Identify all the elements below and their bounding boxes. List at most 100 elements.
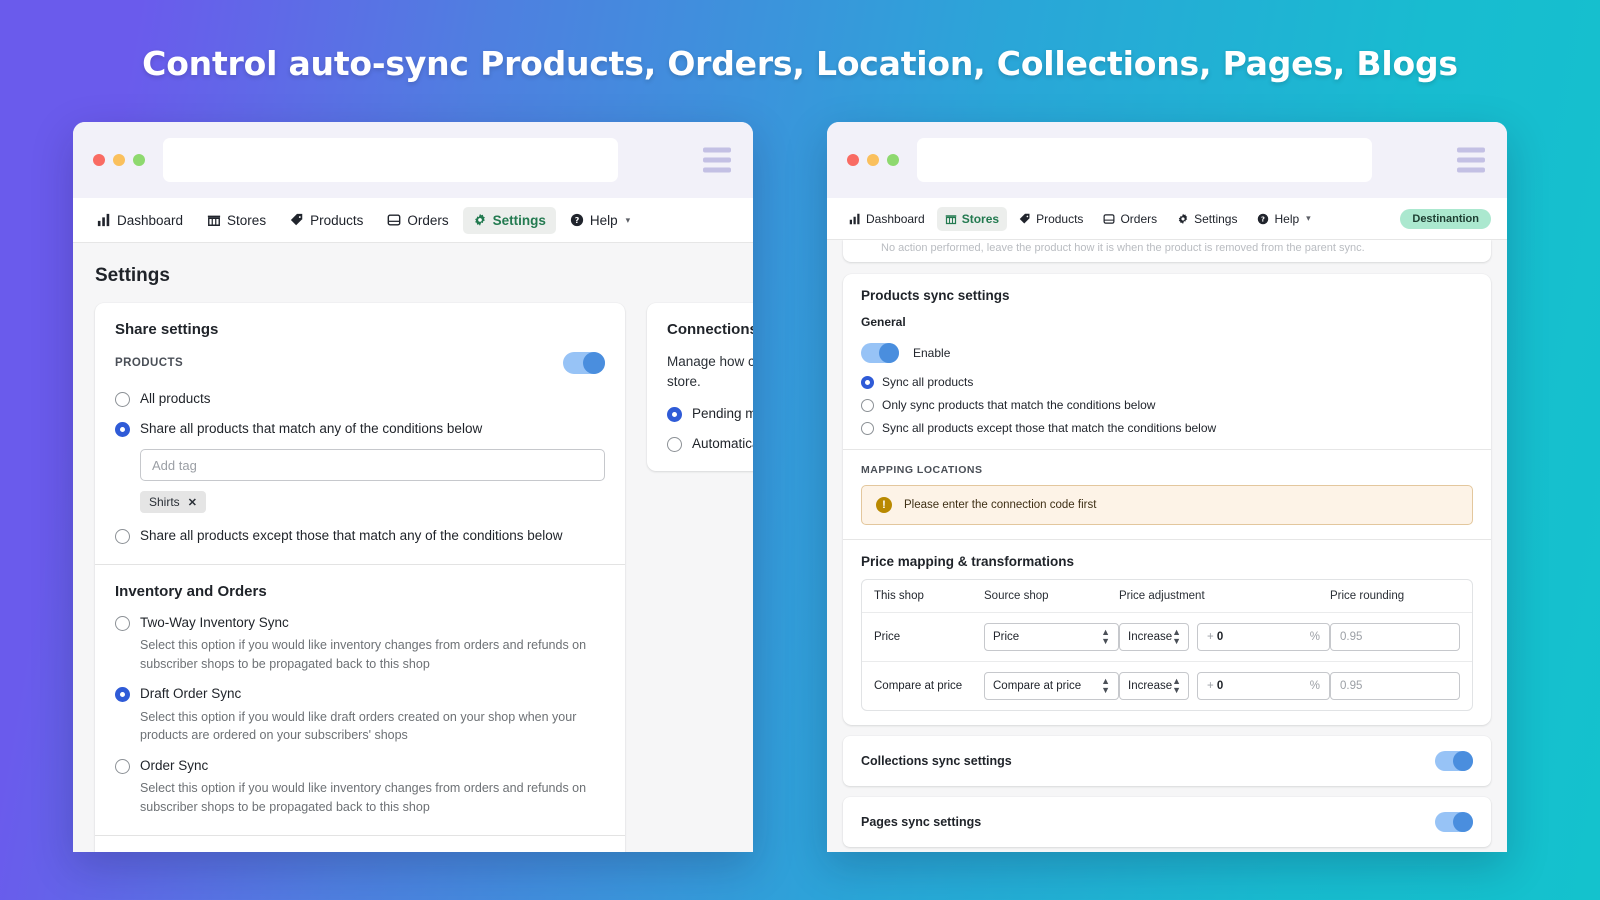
nav-label: Dashboard (866, 211, 925, 226)
left-hamburger-menu-icon[interactable] (703, 147, 731, 173)
radio-icon-selected (861, 375, 874, 389)
tag-chip-label: Shirts (149, 495, 180, 510)
table-row: Price Price ▲ ▼ Increase ▲ ▼ + 0 % 0.95 (862, 612, 1472, 661)
nav-item-stores[interactable]: Stores (936, 206, 1008, 231)
close-icon[interactable]: ✕ (188, 496, 197, 509)
price-rounding-input[interactable]: 0.95 (1330, 623, 1460, 651)
nav-label: Settings (492, 212, 546, 228)
close-dot-icon[interactable] (93, 154, 105, 166)
maximize-dot-icon[interactable] (887, 154, 899, 166)
select-value: Increase (1128, 680, 1173, 692)
connections-title: Connections (667, 321, 753, 338)
chevron-down-icon: ▾ (1306, 213, 1311, 223)
radio-option-all-products[interactable]: All products (115, 390, 605, 408)
right-hamburger-menu-icon[interactable] (1457, 147, 1485, 173)
column-header-price-rounding: Price rounding (1330, 590, 1405, 602)
nav-item-help[interactable]: ? Help ▾ (1249, 207, 1318, 231)
connections-card: Connections Manage how connections are m… (647, 303, 753, 471)
nav-item-help[interactable]: ? Help ▾ (560, 207, 640, 234)
radio-option-sync-all-products[interactable]: Sync all products (861, 375, 1473, 389)
minimize-dot-icon[interactable] (867, 154, 879, 166)
products-sync-settings-card: Products sync settings General Enable Sy… (843, 274, 1491, 725)
left-app-nav: Dashboard Stores Products Orders Setting… (73, 198, 753, 243)
radio-option-draft-order-sync[interactable]: Draft Order Sync (115, 685, 605, 703)
gear-icon (473, 213, 487, 227)
store-icon (945, 213, 957, 225)
nav-item-orders[interactable]: Orders (377, 207, 458, 234)
minimize-dot-icon[interactable] (113, 154, 125, 166)
svg-text:?: ? (575, 216, 580, 225)
price-rounding-input[interactable]: 0.95 (1330, 672, 1460, 700)
adjust-mode-select[interactable]: Increase ▲ ▼ (1119, 623, 1189, 651)
right-url-input[interactable] (917, 138, 1372, 182)
nav-item-products[interactable]: Products (280, 207, 373, 234)
adjust-mode-select[interactable]: Increase ▲ ▼ (1119, 672, 1189, 700)
adjust-sign: + (1207, 680, 1214, 692)
nav-item-products[interactable]: Products (1011, 207, 1091, 231)
pages-sync-settings-row[interactable]: Pages sync settings (843, 797, 1491, 847)
left-url-input[interactable] (163, 138, 618, 182)
bar-chart-icon (97, 213, 111, 227)
tag-chip-shirts[interactable]: Shirts ✕ (140, 491, 206, 514)
radio-icon (115, 529, 130, 545)
collections-sync-settings-row[interactable]: Collections sync settings (843, 736, 1491, 786)
left-columns: Share settings PRODUCTS All products Sha… (73, 303, 753, 852)
nav-item-settings[interactable]: Settings (462, 206, 556, 234)
radio-label: Two-Way Inventory Sync (140, 614, 289, 630)
nav-label: Products (310, 212, 364, 228)
radio-option-pending-mode[interactable]: Pending mode (667, 405, 753, 423)
left-window-controls (93, 154, 145, 166)
radio-option-match-conditions[interactable]: Share all products that match any of the… (115, 420, 605, 438)
adjust-value-input[interactable]: + 0 % (1197, 623, 1330, 651)
table-row: Compare at price Compare at price ▲ ▼ In… (862, 661, 1472, 710)
cell-this-shop: Price (874, 631, 901, 643)
source-shop-select[interactable]: Price ▲ ▼ (984, 623, 1119, 651)
radio-label: Sync all products (882, 375, 974, 389)
nav-item-dashboard[interactable]: Dashboard (841, 207, 933, 231)
radio-option-auto-approve[interactable]: Automatically approve (667, 435, 753, 453)
column-header-this-shop: This shop (874, 590, 924, 602)
nav-label: Settings (1194, 211, 1238, 226)
radio-icon (667, 436, 682, 452)
collapse-label: Pages sync settings (861, 815, 982, 829)
store-icon (207, 213, 221, 227)
clipped-card-top: No action performed, leave the product h… (843, 240, 1491, 262)
products-sync-general-section: Products sync settings General Enable Sy… (843, 274, 1491, 449)
add-tag-placeholder: Add tag (152, 457, 197, 473)
inventory-orders-title: Inventory and Orders (115, 582, 267, 600)
option-help-text: Select this option if you would like inv… (140, 781, 587, 815)
radio-icon (861, 398, 874, 412)
connection-code-warning-banner: ! Please enter the connection code first (861, 485, 1473, 525)
radio-icon-selected (115, 687, 130, 703)
cell-source-shop: Price ▲ ▼ (984, 623, 1119, 651)
source-shop-select[interactable]: Compare at price ▲ ▼ (984, 672, 1119, 700)
adjust-value-input[interactable]: + 0 % (1197, 672, 1330, 700)
radio-label: Draft Order Sync (140, 686, 242, 702)
radio-label: All products (140, 391, 211, 406)
column-header-price-adjustment: Price adjustment (1119, 590, 1205, 602)
adjust-value: 0 (1216, 680, 1224, 692)
radio-label: Share all products except those that mat… (140, 528, 563, 544)
add-tag-input[interactable]: Add tag (140, 449, 605, 482)
bar-chart-icon (849, 213, 861, 225)
radio-option-order-sync[interactable]: Order Sync (115, 757, 605, 775)
products-section-label: PRODUCTS (115, 357, 184, 369)
radio-option-except-conditions[interactable]: Share all products except those that mat… (115, 527, 605, 545)
pages-sync-toggle[interactable] (1435, 812, 1473, 832)
products-sync-enable-toggle[interactable] (861, 343, 899, 363)
radio-option-two-way-inventory-sync[interactable]: Two-Way Inventory Sync (115, 614, 605, 632)
status-badge-destination: Destinantion (1400, 208, 1491, 229)
inbox-icon (1103, 213, 1115, 225)
nav-item-stores[interactable]: Stores (197, 207, 276, 234)
nav-item-orders[interactable]: Orders (1095, 207, 1165, 231)
products-sync-title: Products sync settings (861, 288, 1010, 303)
radio-option-only-sync-matching[interactable]: Only sync products that match the condit… (861, 398, 1473, 412)
nav-item-settings[interactable]: Settings (1169, 207, 1245, 231)
close-dot-icon[interactable] (847, 154, 859, 166)
radio-option-sync-except-matching[interactable]: Sync all products except those that matc… (861, 421, 1473, 435)
maximize-dot-icon[interactable] (133, 154, 145, 166)
left-titlebar (73, 122, 753, 198)
collections-sync-toggle[interactable] (1435, 751, 1473, 771)
products-share-toggle[interactable] (563, 352, 605, 374)
nav-item-dashboard[interactable]: Dashboard (87, 207, 193, 234)
